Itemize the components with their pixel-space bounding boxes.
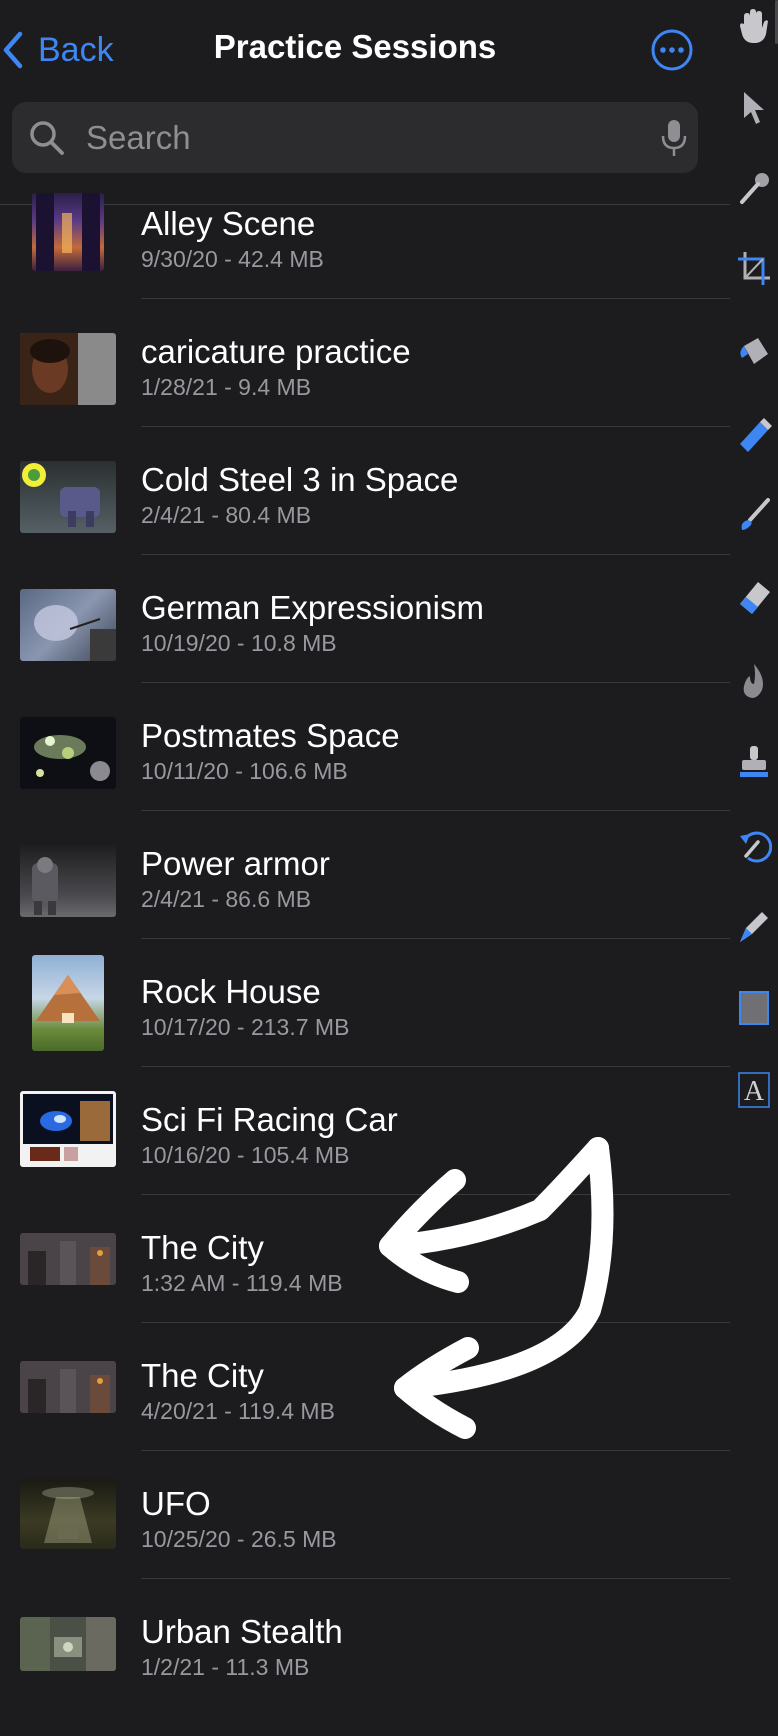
session-meta: 10/16/20 - 105.4 MB <box>141 1142 350 1168</box>
thumbnail <box>20 333 116 405</box>
session-meta: 2/4/21 - 86.6 MB <box>141 886 312 912</box>
sessions-list: Alley Scene 9/30/20 - 42.4 MB caricature… <box>0 193 730 1707</box>
pointer-tool-button[interactable] <box>730 84 778 132</box>
thumbnail <box>20 1479 116 1549</box>
shape-tool-button[interactable] <box>730 984 778 1032</box>
session-name: Rock House <box>141 973 321 1010</box>
session-meta: 1:32 AM - 119.4 MB <box>141 1270 343 1296</box>
brush-tool-button[interactable] <box>730 490 778 538</box>
thumbnail <box>20 589 116 661</box>
smudge-tool-button[interactable] <box>730 656 778 704</box>
text-tool-icon: A <box>738 1072 770 1108</box>
session-name: Sci Fi Racing Car <box>141 1101 398 1138</box>
paint-bucket-tool-button[interactable] <box>730 328 778 376</box>
session-name: caricature practice <box>141 333 411 370</box>
session-meta: 10/25/20 - 26.5 MB <box>141 1526 337 1552</box>
tool-strip: A <box>730 0 778 1736</box>
session-meta: 10/19/20 - 10.8 MB <box>141 630 337 656</box>
history-brush-tool-button[interactable] <box>730 822 778 870</box>
shape-tool-icon <box>739 991 769 1025</box>
navigation-bar: Back Practice Sessions <box>0 0 730 205</box>
page-title: Practice Sessions <box>213 28 497 65</box>
thumbnail <box>20 1361 116 1413</box>
session-meta: 2/4/21 - 80.4 MB <box>141 502 312 528</box>
microphone-icon[interactable] <box>660 118 688 158</box>
thumbnail <box>20 461 116 533</box>
eraser-tool-icon <box>740 582 770 614</box>
search-bar[interactable] <box>12 102 698 173</box>
clone-stamp-tool-button[interactable] <box>730 738 778 786</box>
search-input[interactable] <box>84 114 648 162</box>
session-meta: 1/28/21 - 9.4 MB <box>141 374 312 400</box>
list-item[interactable]: caricature practice 1/28/21 - 9.4 MB <box>0 299 730 427</box>
hand-tool-button[interactable] <box>730 2 778 50</box>
smudge-tool-icon <box>743 664 763 698</box>
session-name: German Expressionism <box>141 589 484 626</box>
pen-tool-button[interactable] <box>730 410 778 458</box>
eraser-tool-button[interactable] <box>730 572 778 620</box>
clone-stamp-tool-icon <box>740 746 768 777</box>
session-name: Cold Steel 3 in Space <box>141 461 459 498</box>
thumbnail <box>20 717 116 789</box>
session-name: Power armor <box>141 845 330 882</box>
list-item[interactable]: Urban Stealth 1/2/21 - 11.3 MB <box>0 1579 730 1707</box>
crop-tool-icon <box>738 252 770 285</box>
thumbnail <box>20 1233 116 1285</box>
list-item[interactable]: Alley Scene 9/30/20 - 42.4 MB <box>0 193 730 299</box>
eyedropper-tool-button[interactable] <box>730 164 778 212</box>
text-tool-button[interactable]: A <box>730 1066 778 1114</box>
thumbnail <box>20 1091 116 1167</box>
brush-tool-icon <box>741 498 770 530</box>
search-icon <box>30 121 64 155</box>
session-name: The City <box>141 1229 264 1266</box>
pen-nib-tool-icon <box>740 912 768 942</box>
pen-tool-icon <box>740 418 772 452</box>
history-brush-tool-icon <box>740 831 772 863</box>
session-meta: 10/17/20 - 213.7 MB <box>141 1014 350 1040</box>
list-item[interactable]: Power armor 2/4/21 - 86.6 MB <box>0 811 730 939</box>
session-meta: 1/2/21 - 11.3 MB <box>141 1654 310 1680</box>
list-item[interactable]: German Expressionism 10/19/20 - 10.8 MB <box>0 555 730 683</box>
paint-bucket-tool-icon <box>740 338 768 364</box>
pointer-tool-icon <box>744 92 764 124</box>
sessions-panel: Back Practice Sessions Search Alley Scen… <box>0 0 730 1736</box>
svg-text:A: A <box>744 1076 765 1107</box>
list-item[interactable]: The City 1:32 AM - 119.4 MB <box>0 1195 730 1323</box>
pen-nib-tool-button[interactable] <box>730 902 778 950</box>
list-item[interactable]: Sci Fi Racing Car 10/16/20 - 105.4 MB <box>0 1067 730 1195</box>
list-item[interactable]: Cold Steel 3 in Space 2/4/21 - 80.4 MB <box>0 427 730 555</box>
eyedropper-tool-icon <box>740 173 769 204</box>
thumbnail <box>32 955 104 1051</box>
list-item[interactable]: The City 4/20/21 - 119.4 MB <box>0 1323 730 1451</box>
list-item[interactable]: Rock House 10/17/20 - 213.7 MB <box>0 939 730 1067</box>
thumbnail <box>20 1617 116 1671</box>
list-item[interactable]: Postmates Space 10/11/20 - 106.6 MB <box>0 683 730 811</box>
session-name: UFO <box>141 1485 211 1522</box>
session-meta: 4/20/21 - 119.4 MB <box>141 1398 335 1424</box>
session-name: Alley Scene <box>141 205 316 242</box>
session-name: Urban Stealth <box>141 1613 343 1650</box>
session-name: The City <box>141 1357 264 1394</box>
session-name: Postmates Space <box>141 717 400 754</box>
more-options-icon[interactable] <box>650 28 694 72</box>
hand-tool-icon <box>740 9 768 43</box>
thumbnail <box>20 845 116 917</box>
session-meta: 10/11/20 - 106.6 MB <box>141 758 348 784</box>
session-meta: 9/30/20 - 42.4 MB <box>141 246 324 272</box>
list-item[interactable]: UFO 10/25/20 - 26.5 MB <box>0 1451 730 1579</box>
crop-tool-button[interactable] <box>730 244 778 292</box>
thumbnail <box>32 193 104 271</box>
